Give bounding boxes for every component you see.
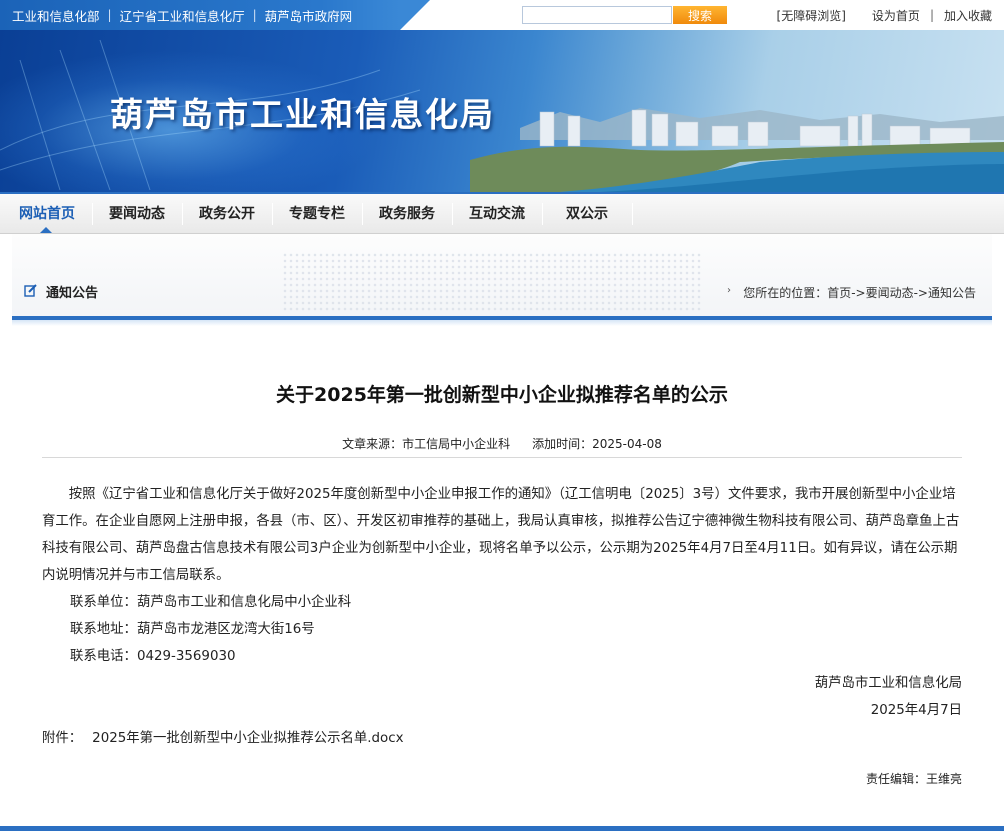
section-title: 通知公告 xyxy=(46,286,99,301)
nav-item-services[interactable]: 政务服务 xyxy=(365,194,449,234)
header-banner: 葫芦岛市工业和信息化局 xyxy=(0,30,1004,192)
meta-divider xyxy=(42,457,962,458)
set-home-link[interactable]: 设为首页 xyxy=(872,7,920,24)
nav-item-gov-affairs[interactable]: 政务公开 xyxy=(185,194,269,234)
separator: | xyxy=(929,8,934,22)
nav-separator xyxy=(632,203,633,225)
search-button[interactable]: 搜索 xyxy=(673,6,727,24)
accessible-browse-link[interactable]: [无障碍浏览] xyxy=(777,7,846,24)
nav-item-double-publicity[interactable]: 双公示 xyxy=(545,194,629,234)
signature-date: 2025年4月7日 xyxy=(870,703,962,718)
search-input[interactable] xyxy=(522,6,672,24)
edit-icon xyxy=(24,284,37,297)
responsible-editor: 责任编辑：王维亮 xyxy=(865,772,962,786)
nav-active-indicator xyxy=(40,227,52,233)
nav-separator xyxy=(182,203,183,225)
world-map-decoration xyxy=(282,252,702,312)
article-meta: 文章来源：市工信局中小企业科 添加时间：2025-04-08 xyxy=(0,435,1004,452)
attachment-label: 附件： xyxy=(42,731,83,746)
site-title: 葫芦岛市工业和信息化局 xyxy=(110,95,495,134)
article-paragraph: 按照《辽宁省工业和信息化厅关于做好2025年度创新型中小企业申报工作的通知》（辽… xyxy=(42,487,960,583)
attachment-link[interactable]: 2025年第一批创新型中小企业拟推荐公示名单.docx xyxy=(92,731,403,746)
nav-item-news[interactable]: 要闻动态 xyxy=(95,194,179,234)
bookmark-link[interactable]: 加入收藏 xyxy=(944,7,992,24)
article-date: 添加时间：2025-04-08 xyxy=(532,437,662,451)
section-header: 通知公告 › 您所在的位置：首页->要闻动态->通知公告 xyxy=(12,234,992,322)
top-link-miit[interactable]: 工业和信息化部 xyxy=(12,6,100,25)
nav-item-interaction[interactable]: 互动交流 xyxy=(455,194,539,234)
separator: | xyxy=(252,8,257,22)
breadcrumb[interactable]: 您所在的位置：首页->要闻动态->通知公告 xyxy=(743,284,976,301)
top-link-liaoning[interactable]: 辽宁省工业和信息化厅 xyxy=(120,6,245,25)
top-right-links: [无障碍浏览] 设为首页 | 加入收藏 xyxy=(777,0,992,30)
nav-separator xyxy=(92,203,93,225)
chevron-right-icon: › xyxy=(727,285,731,296)
nav-separator xyxy=(362,203,363,225)
attachment: 附件： 2025年第一批创新型中小企业拟推荐公示名单.docx xyxy=(42,726,404,746)
nav-separator xyxy=(452,203,453,225)
separator: | xyxy=(107,8,112,22)
article-body: 按照《辽宁省工业和信息化厅关于做好2025年度创新型中小企业申报工作的通知》（辽… xyxy=(42,481,962,589)
contact-phone: 联系电话：0429-3569030 xyxy=(70,649,236,664)
footer-divider xyxy=(0,826,1004,831)
article-source: 文章来源：市工信局中小企业科 xyxy=(342,437,511,451)
top-link-huludao-gov[interactable]: 葫芦岛市政府网 xyxy=(265,6,353,25)
nav-item-special[interactable]: 专题专栏 xyxy=(275,194,359,234)
top-links: 工业和信息化部 | 辽宁省工业和信息化厅 | 葫芦岛市政府网 xyxy=(0,0,430,30)
article-title: 关于2025年第一批创新型中小企业拟推荐名单的公示 xyxy=(276,384,728,406)
signature-org: 葫芦岛市工业和信息化局 xyxy=(814,676,962,691)
contact-address: 联系地址：葫芦岛市龙港区龙湾大街16号 xyxy=(70,622,315,637)
main-nav: 网站首页 要闻动态 政务公开 专题专栏 政务服务 互动交流 双公示 xyxy=(0,192,1004,234)
section-divider-shadow xyxy=(12,320,992,326)
top-bar: 工业和信息化部 | 辽宁省工业和信息化厅 | 葫芦岛市政府网 搜索 [无障碍浏览… xyxy=(0,0,1004,30)
nav-separator xyxy=(272,203,273,225)
nav-separator xyxy=(542,203,543,225)
contact-unit: 联系单位：葫芦岛市工业和信息化局中小企业科 xyxy=(70,595,352,610)
